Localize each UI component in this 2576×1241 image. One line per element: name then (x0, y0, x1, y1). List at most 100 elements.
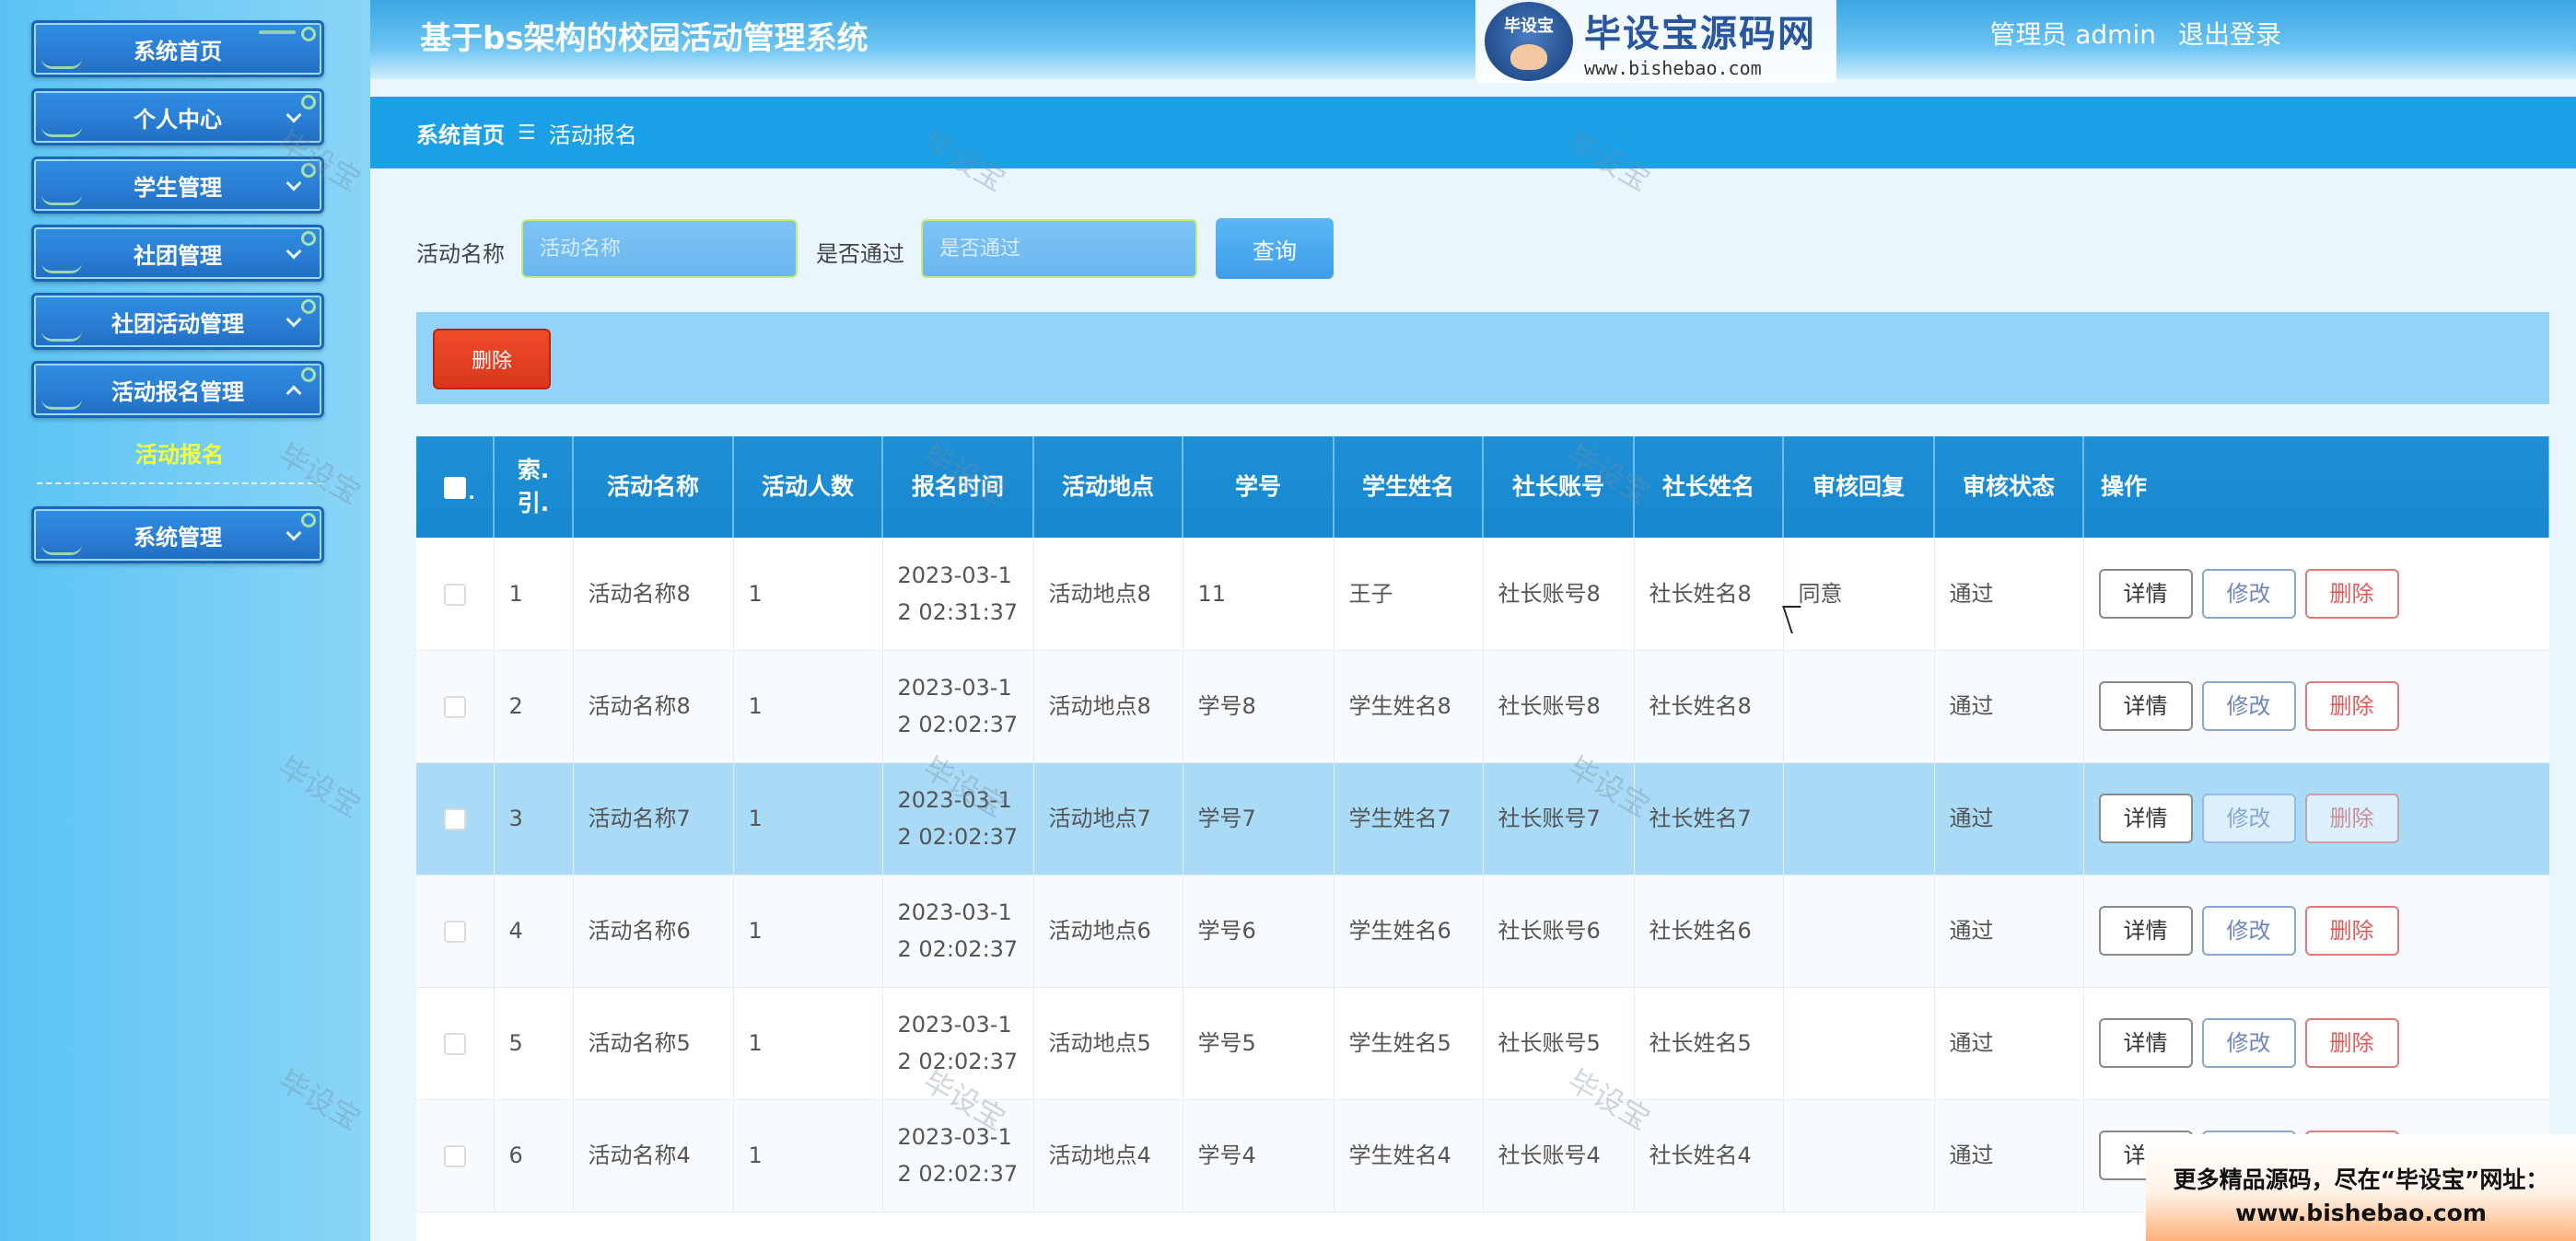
detail-button[interactable]: 详情 (2098, 568, 2193, 619)
cell-signup-time: 2023-03-12 02:02:37 (882, 875, 1034, 987)
cell-activity-count: 1 (733, 650, 883, 762)
sidebar-item-label: 系统首页 (134, 38, 222, 64)
cell-activity-count: 1 (733, 1099, 883, 1212)
cell-review-reply (1783, 650, 1935, 762)
delete-button[interactable]: 删除 (2304, 1018, 2399, 1068)
sidebar: 系统首页 个人中心 学生管理 社团管理 社团活动管理 活动报名管理 活动报名 系… (0, 0, 370, 1241)
edit-button[interactable]: 修改 (2201, 1018, 2296, 1068)
table-row[interactable]: 4 活动名称6 1 2023-03-12 02:02:37 活动地点6 学号6 学生姓名6 社… (416, 875, 2549, 987)
search-name-label: 活动名称 (416, 241, 505, 267)
cell-leader-account: 社长账号5 (1483, 987, 1635, 1099)
sidebar-subitem-activity-registration[interactable]: 活动报名 (37, 433, 322, 484)
chevron-up-icon (286, 385, 302, 401)
breadcrumb-home[interactable]: 系统首页 (416, 117, 505, 149)
ornament-icon (41, 126, 82, 137)
delete-button[interactable]: 删除 (2304, 906, 2399, 956)
delete-button[interactable]: 删除 (2304, 568, 2399, 619)
chevron-down-icon (286, 107, 302, 123)
edit-button[interactable]: 修改 (2201, 794, 2296, 843)
col-review-reply: 审核回复 (1783, 436, 1935, 538)
row-checkbox[interactable] (443, 583, 466, 606)
query-button[interactable]: 查询 (1216, 218, 1334, 279)
cell-review-reply (1783, 987, 1935, 1099)
table-row[interactable]: 3 活动名称7 1 2023-03-12 02:02:37 活动地点7 学号7 学生姓名7 社… (416, 762, 2549, 875)
cell-student-no: 11 (1183, 538, 1335, 650)
cell-signup-time: 2023-03-12 02:02:37 (882, 762, 1034, 875)
ornament-icon (301, 163, 316, 178)
cell-review-status: 通过 (1934, 650, 2084, 762)
delete-button[interactable]: 删除 (2304, 681, 2399, 731)
sidebar-item-system[interactable]: 系统管理 (31, 506, 324, 563)
cell-review-reply (1783, 762, 1935, 875)
batch-delete-button[interactable]: 删除 (433, 329, 551, 389)
delete-button[interactable]: 删除 (2304, 794, 2399, 843)
logout-link[interactable]: 退出登录 (2178, 15, 2281, 52)
cell-activity-name: 活动名称8 (573, 650, 734, 762)
cell-student-name: 学生姓名4 (1334, 1099, 1484, 1212)
row-select-cell[interactable] (416, 650, 495, 762)
cell-leader-name: 社长姓名8 (1634, 538, 1784, 650)
sidebar-item-label: 系统管理 (134, 524, 222, 551)
row-select-cell[interactable] (416, 875, 495, 987)
sidebar-item-club-activities[interactable]: 社团活动管理 (31, 293, 324, 350)
ornament-icon (41, 58, 82, 69)
row-checkbox[interactable] (443, 1145, 466, 1167)
cell-student-no: 学号4 (1183, 1099, 1335, 1212)
cell-student-name: 王子 (1334, 538, 1484, 650)
ornament-icon (41, 399, 82, 410)
edit-button[interactable]: 修改 (2201, 681, 2296, 731)
sidebar-item-clubs[interactable]: 社团管理 (31, 225, 324, 282)
edit-button[interactable]: 修改 (2201, 906, 2296, 956)
cell-leader-account: 社长账号8 (1483, 650, 1635, 762)
detail-button[interactable]: 详情 (2098, 1018, 2193, 1068)
detail-button[interactable]: 详情 (2098, 681, 2193, 731)
search-pass-label: 是否通过 (816, 241, 904, 267)
chevron-down-icon (286, 311, 302, 328)
cell-review-status: 通过 (1934, 875, 2084, 987)
sidebar-item-profile[interactable]: 个人中心 (31, 88, 324, 145)
table-row[interactable]: 2 活动名称8 1 2023-03-12 02:02:37 活动地点8 学号8 学生姓名8 社… (416, 650, 2549, 762)
row-select-cell[interactable] (416, 1099, 495, 1212)
cell-operations: 详情修改删除 (2083, 538, 2549, 650)
promo-line2: www.bishebao.com (2235, 1200, 2487, 1226)
cell-operations: 详情修改删除 (2083, 875, 2549, 987)
row-checkbox[interactable] (443, 1033, 466, 1055)
detail-button[interactable]: 详情 (2098, 906, 2193, 956)
table-row[interactable]: 5 活动名称5 1 2023-03-12 02:02:37 活动地点5 学号5 学生姓名5 社… (416, 987, 2549, 1099)
table-row[interactable]: 1 活动名称8 1 2023-03-12 02:31:37 活动地点8 11 王子 社长账号8… (416, 538, 2549, 650)
cell-leader-account: 社长账号6 (1483, 875, 1635, 987)
cell-activity-place: 活动地点5 (1033, 987, 1183, 1099)
select-all-checkbox[interactable] (443, 477, 473, 499)
data-table: 索. 引. 活动名称 活动人数 报名时间 活动地点 学号 学生姓名 社长账号 社长… (416, 436, 2549, 1241)
cell-activity-place: 活动地点8 (1033, 650, 1183, 762)
promo-banner: 更多精品源码，尽在“毕设宝”网址： www.bishebao.com (2146, 1134, 2576, 1241)
select-all-header[interactable] (416, 436, 495, 538)
logo-main-text: 毕设宝源码网 (1584, 13, 1816, 55)
detail-button[interactable]: 详情 (2098, 794, 2193, 843)
sidebar-item-home[interactable]: 系统首页 (31, 20, 324, 77)
cell-activity-place: 活动地点6 (1033, 875, 1183, 987)
edit-button[interactable]: 修改 (2201, 568, 2296, 619)
row-select-cell[interactable] (416, 987, 495, 1099)
col-student-no: 学号 (1183, 436, 1335, 538)
chevron-down-icon (286, 525, 302, 541)
cell-leader-account: 社长账号7 (1483, 762, 1635, 875)
cell-index: 6 (494, 1099, 574, 1212)
row-select-cell[interactable] (416, 762, 495, 875)
row-checkbox[interactable] (443, 921, 466, 943)
ornament-icon (41, 544, 82, 555)
cell-activity-count: 1 (733, 987, 883, 1099)
activity-name-input[interactable] (521, 219, 798, 278)
ornament-icon (301, 367, 316, 382)
cell-signup-time: 2023-03-12 02:02:37 (882, 987, 1034, 1099)
row-checkbox[interactable] (443, 808, 466, 830)
col-activity-name: 活动名称 (573, 436, 734, 538)
pass-status-input[interactable] (921, 219, 1197, 278)
cell-activity-name: 活动名称4 (573, 1099, 734, 1212)
sidebar-item-registration[interactable]: 活动报名管理 (31, 361, 324, 418)
cell-leader-account: 社长账号8 (1483, 538, 1635, 650)
row-select-cell[interactable] (416, 538, 495, 650)
sidebar-item-students[interactable]: 学生管理 (31, 157, 324, 214)
cell-leader-name: 社长姓名7 (1634, 762, 1784, 875)
row-checkbox[interactable] (443, 696, 466, 718)
